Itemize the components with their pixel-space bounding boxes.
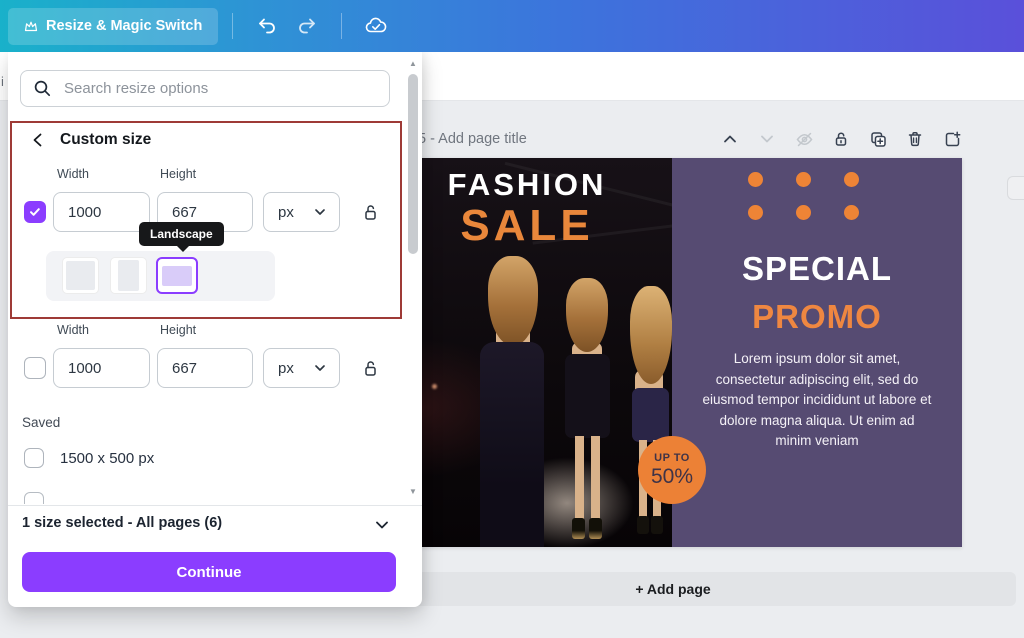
decor-dot — [796, 172, 811, 187]
scroll-up-icon[interactable]: ▲ — [405, 56, 421, 70]
app-window: i 5 - Add page title FASHION SA — [0, 0, 1024, 638]
search-box[interactable] — [20, 70, 390, 107]
add-page-button[interactable]: + Add page — [330, 572, 1016, 606]
panel-scrollbar[interactable]: ▲ ▼ — [405, 54, 421, 498]
expand-selection-icon[interactable] — [370, 513, 394, 537]
selection-summary: 1 size selected - All pages (6) — [22, 515, 222, 531]
design-title-line1[interactable]: FASHION — [382, 167, 672, 203]
design-title-line2[interactable]: SALE — [382, 201, 672, 251]
saved-size-checkbox-clipped[interactable] — [24, 492, 44, 504]
lock-page-icon[interactable] — [831, 129, 851, 149]
landscape-tooltip: Landscape — [139, 222, 224, 246]
badge-label: UP TO — [654, 452, 690, 464]
search-icon — [33, 79, 52, 98]
width-label: Width — [57, 167, 89, 181]
resize-magic-switch-button[interactable]: Resize & Magic Switch — [8, 8, 218, 45]
move-page-down-icon[interactable] — [757, 129, 777, 149]
chevron-down-icon — [313, 205, 327, 219]
decor-dot — [796, 205, 811, 220]
add-page-icon[interactable] — [942, 129, 962, 149]
height-label-2: Height — [160, 323, 196, 337]
scrollbar-thumb[interactable] — [408, 74, 418, 254]
decor-dot — [748, 172, 763, 187]
orientation-landscape[interactable] — [156, 257, 198, 294]
custom-size-title: Custom size — [60, 131, 151, 149]
back-icon[interactable] — [26, 128, 50, 152]
width-input[interactable] — [53, 192, 150, 232]
toolbar-divider — [232, 13, 233, 39]
duplicate-page-icon[interactable] — [868, 129, 888, 149]
width-label-2: Width — [57, 323, 89, 337]
decor-dot — [844, 172, 859, 187]
orientation-options — [46, 251, 275, 301]
unit-select[interactable]: px — [263, 192, 340, 232]
decor-dot — [748, 205, 763, 220]
unit-select-2[interactable]: px — [263, 348, 340, 388]
unit-value: px — [278, 204, 294, 221]
design-canvas[interactable]: FASHION SALE — [382, 158, 962, 547]
promo-heading-line2[interactable]: PROMO — [672, 298, 962, 336]
saved-size-label[interactable]: 1500 x 500 px — [60, 450, 154, 467]
side-panel-handle[interactable] — [1007, 176, 1024, 200]
hide-page-icon[interactable] — [794, 129, 814, 149]
add-page-label: + Add page — [635, 581, 710, 597]
crown-icon — [24, 20, 38, 32]
toolbar-divider — [341, 13, 342, 39]
scroll-down-icon[interactable]: ▼ — [405, 484, 421, 498]
decor-dot — [844, 205, 859, 220]
delete-page-icon[interactable] — [905, 129, 925, 149]
promo-body-text[interactable]: Lorem ipsum dolor sit amet, consectetur … — [700, 349, 934, 452]
unlock-icon[interactable] — [358, 200, 382, 224]
discount-badge[interactable]: UP TO 50% — [638, 436, 706, 504]
resize-panel: Custom size Width Height px Landscape Wi… — [8, 52, 422, 607]
fashion-photo[interactable]: FASHION SALE — [382, 158, 672, 547]
promo-panel[interactable]: SPECIAL PROMO Lorem ipsum dolor sit amet… — [672, 158, 962, 547]
clipped-edge-text: i — [1, 74, 4, 89]
width-input-2[interactable] — [53, 348, 150, 388]
cloud-save-icon[interactable] — [356, 8, 396, 44]
orientation-portrait[interactable] — [110, 257, 147, 294]
saved-section-label: Saved — [22, 415, 60, 430]
unit-value-2: px — [278, 360, 294, 377]
badge-value: 50% — [651, 465, 693, 489]
panel-divider — [8, 505, 422, 506]
page-title[interactable]: 5 - Add page title — [418, 131, 527, 147]
height-label: Height — [160, 167, 196, 181]
undo-icon[interactable] — [247, 8, 287, 44]
unlock-icon-2[interactable] — [358, 356, 382, 380]
height-input-2[interactable] — [157, 348, 253, 388]
crowd-light — [432, 384, 437, 389]
saved-size-checkbox[interactable] — [24, 448, 44, 468]
search-input[interactable] — [62, 79, 377, 98]
top-toolbar: Resize & Magic Switch — [0, 0, 1024, 52]
continue-button[interactable]: Continue — [22, 552, 396, 592]
page-toolbar — [720, 129, 962, 149]
redo-icon[interactable] — [287, 8, 327, 44]
size-checkbox-unchecked[interactable] — [24, 357, 46, 379]
orientation-square[interactable] — [62, 257, 99, 294]
move-page-up-icon[interactable] — [720, 129, 740, 149]
resize-button-label: Resize & Magic Switch — [46, 18, 202, 34]
chevron-down-icon — [313, 361, 327, 375]
promo-heading-line1[interactable]: SPECIAL — [672, 250, 962, 288]
size-checkbox-checked[interactable] — [24, 201, 46, 223]
